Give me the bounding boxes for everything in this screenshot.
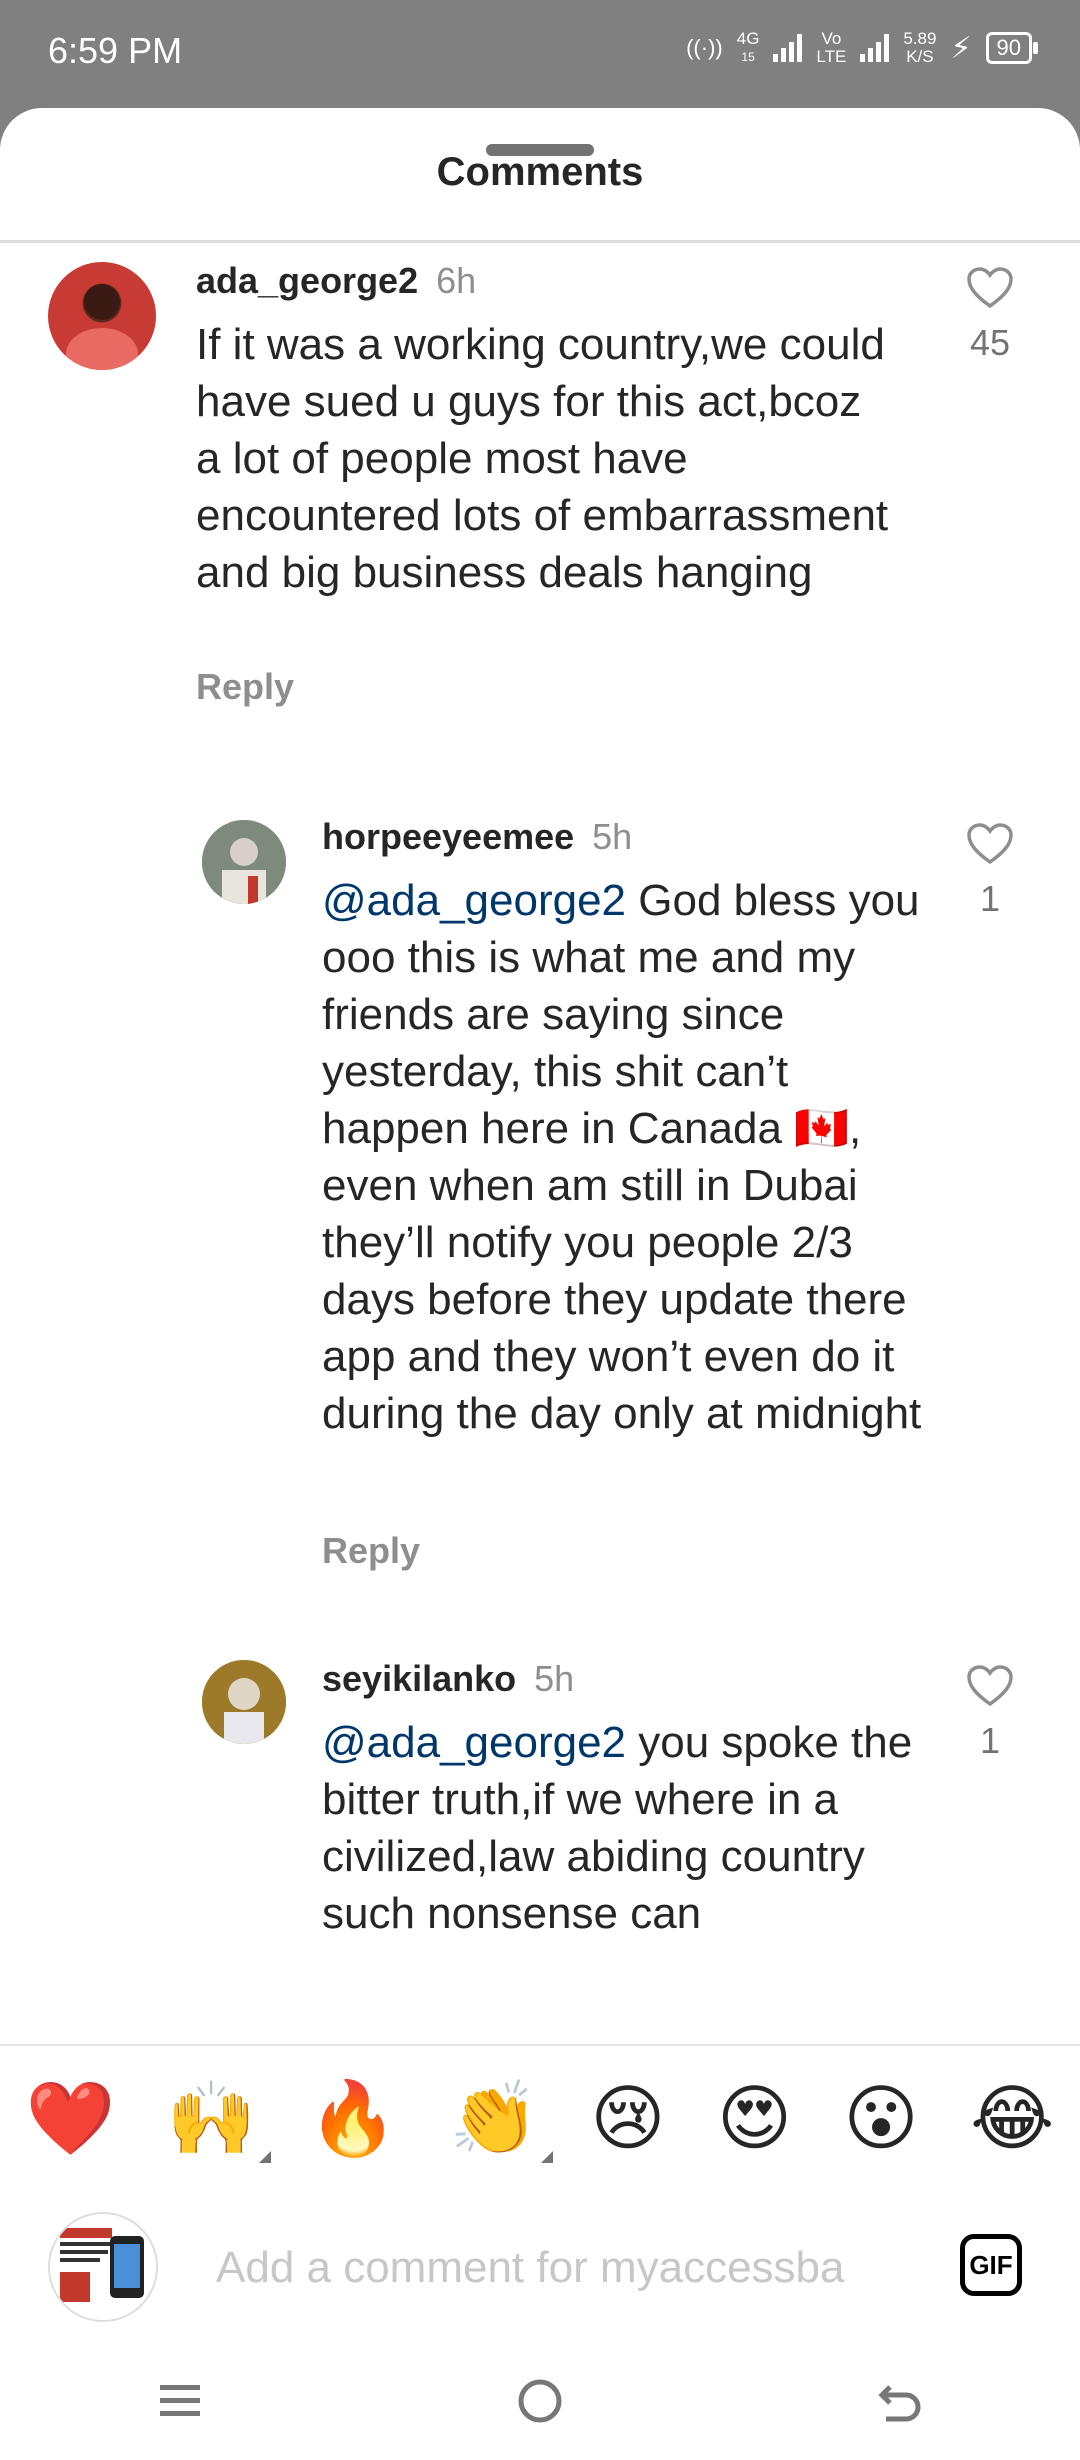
username[interactable]: horpeeyeemee (322, 816, 574, 857)
divider (0, 240, 1080, 243)
comment-text: If it was a working country,we could hav… (196, 320, 889, 597)
network-type-1: 4G 15 (736, 29, 760, 65)
network-type-2: Vo LTE (816, 29, 847, 66)
mention-link[interactable]: @ada_george2 (322, 876, 626, 925)
my-avatar (48, 2212, 158, 2322)
like-button[interactable]: 45 (960, 266, 1020, 364)
heart-icon (967, 823, 1013, 865)
skin-tone-indicator (540, 2151, 553, 2163)
clap-emoji-button[interactable]: 👏 (449, 2083, 553, 2163)
avatar[interactable] (202, 820, 286, 904)
raised-hands-emoji-button[interactable]: 🙌 (167, 2083, 271, 2163)
network-speed: 5.89 K/S (903, 29, 937, 66)
comment-text: @ada_george2 God bless you ooo this is w… (322, 876, 922, 1438)
status-time: 6:59 PM (48, 30, 183, 71)
comment-meta: horpeeyeemee 5h (322, 816, 632, 858)
like-count: 45 (969, 322, 1011, 363)
comment-meta: ada_george2 6h (196, 260, 476, 302)
crying-emoji-button[interactable]: 😢 (590, 2083, 665, 2155)
avatar[interactable] (202, 1660, 286, 1744)
like-count: 1 (979, 878, 1001, 919)
reply-comment-item: horpeeyeemee 5h @ada_george2 God bless yo… (0, 800, 1080, 1571)
fire-emoji-button[interactable]: 🔥 (308, 2083, 398, 2155)
status-bar: 6:59 PM ((·)) 4G 15 Vo LTE 5.89 K/S ⚡ 90 (0, 0, 1080, 110)
gif-button[interactable]: GIF (960, 2234, 1022, 2296)
home-icon[interactable] (500, 2361, 580, 2441)
comment-composer: GIF (0, 2192, 1080, 2342)
heart-eyes-emoji-button[interactable]: 😍 (717, 2083, 792, 2155)
reply-button[interactable]: Reply (322, 1530, 420, 1572)
emoji-quick-bar: ❤️ 🙌 🔥 👏 😢 😍 😮 😂 (0, 2044, 1080, 2194)
comment-item: ada_george2 6h If it was a working countr… (0, 244, 1080, 764)
signal-icon-2 (860, 34, 890, 62)
like-count: 1 (979, 1720, 1001, 1761)
comment-list[interactable]: ada_george2 6h If it was a working countr… (0, 244, 1080, 2044)
comment-time: 5h (534, 1658, 575, 1699)
hotspot-icon: ((·)) (686, 35, 723, 60)
status-icons: ((·)) 4G 15 Vo LTE 5.89 K/S ⚡ 90 (686, 29, 1039, 66)
comment-text: @ada_george2 you spoke the bitter truth,… (322, 1718, 913, 1938)
comment-meta: seyikilanko 5h (322, 1658, 574, 1700)
comment-time: 6h (436, 260, 477, 301)
username[interactable]: seyikilanko (322, 1658, 516, 1699)
username[interactable]: ada_george2 (196, 260, 418, 301)
comment-time: 5h (592, 816, 633, 857)
heart-emoji-button[interactable]: ❤️ (26, 2083, 116, 2155)
system-nav-bar (0, 2342, 1080, 2460)
reply-comment-item: seyikilanko 5h @ada_george2 you spoke the… (0, 1642, 1080, 2044)
sheet-title: Comments (436, 150, 644, 194)
skin-tone-indicator (258, 2151, 271, 2163)
mention-link[interactable]: @ada_george2 (322, 1718, 626, 1767)
comment-input[interactable] (214, 2232, 918, 2304)
charging-icon: ⚡ (950, 31, 972, 65)
reply-button[interactable]: Reply (196, 666, 294, 708)
battery-icon: 90 (985, 32, 1039, 64)
menu-icon[interactable] (140, 2361, 220, 2441)
surprised-emoji-button[interactable]: 😮 (844, 2083, 919, 2155)
back-icon[interactable] (860, 2361, 940, 2441)
laughing-emoji-button[interactable]: 😂 (970, 2083, 1054, 2155)
like-button[interactable]: 1 (960, 1664, 1020, 1762)
heart-icon (967, 1665, 1013, 1707)
avatar[interactable] (48, 262, 156, 370)
signal-icon (773, 34, 803, 62)
like-button[interactable]: 1 (960, 822, 1020, 920)
heart-icon (967, 267, 1013, 309)
